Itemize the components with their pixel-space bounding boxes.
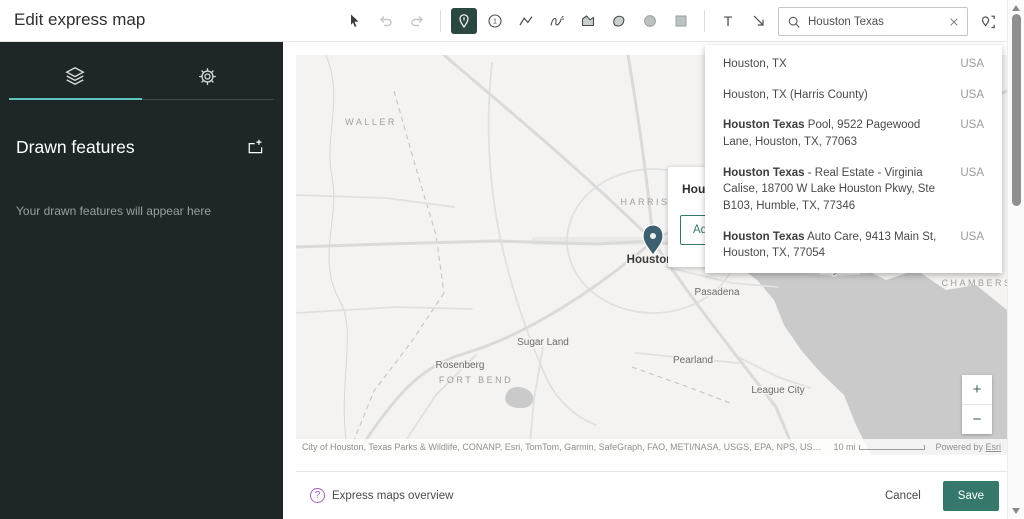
- pin-brackets-icon: [981, 15, 995, 28]
- numbered-point-icon: 1: [488, 14, 502, 28]
- scale-bar-line: [859, 445, 926, 450]
- search-results-dropdown: Houston, TX USA Houston, TX (Harris Coun…: [705, 45, 1002, 274]
- polyline-icon: [519, 16, 533, 26]
- freehand-line-icon: [550, 15, 565, 26]
- map-label-harris: HARRIS: [620, 197, 669, 207]
- search-result-item[interactable]: Houston, TX USA: [705, 49, 1002, 80]
- result-region: USA: [960, 166, 984, 179]
- freehand-polygon-icon: [613, 15, 625, 27]
- redo-button[interactable]: [404, 8, 430, 34]
- help-icon: ?: [310, 488, 325, 503]
- esri-link[interactable]: Esri: [986, 442, 1002, 452]
- powered-by: Powered by Esri: [935, 442, 1001, 452]
- map-label-chambers: CHAMBERS: [941, 278, 1007, 288]
- scale-bar: 10 mi: [833, 442, 926, 452]
- toolbar-separator: [440, 10, 441, 32]
- redo-icon: [411, 16, 423, 27]
- scrollbar-down-arrow[interactable]: [1012, 508, 1020, 514]
- scrollbar-thumb[interactable]: [1011, 14, 1021, 206]
- save-button[interactable]: Save: [942, 480, 999, 511]
- header: Edit express map 1 T Houston Texas: [0, 0, 1007, 42]
- gear-icon: [199, 68, 217, 85]
- close-icon: [950, 17, 958, 26]
- freehand-line-tool[interactable]: [544, 8, 570, 34]
- search-result-item[interactable]: Houston Texas - Real Estate - Virginia C…: [705, 158, 1002, 222]
- numbered-point-tool[interactable]: 1: [482, 8, 508, 34]
- rectangle-icon: [675, 15, 687, 27]
- zoom-in-button[interactable]: +: [962, 375, 992, 404]
- point-tool[interactable]: [451, 8, 477, 34]
- sidebar-tabs: [0, 54, 283, 100]
- drawn-features-header: Drawn features: [0, 136, 283, 158]
- map-label-pearland: Pearland: [673, 355, 713, 366]
- cancel-button[interactable]: Cancel: [885, 490, 921, 502]
- add-sketch-layer-button[interactable]: [245, 136, 267, 158]
- footer-actions: Cancel Save: [885, 480, 999, 511]
- map-label-waller: WALLER: [345, 117, 397, 127]
- text-tool[interactable]: T: [715, 8, 741, 34]
- cursor-icon: [351, 14, 359, 27]
- map-label-rosenberg: Rosenberg: [436, 360, 485, 371]
- select-tool[interactable]: [342, 8, 368, 34]
- line-tool[interactable]: [513, 8, 539, 34]
- map-pin-icon: [459, 14, 469, 29]
- drawn-features-empty-message: Your drawn features will appear here: [16, 204, 212, 218]
- zoom-out-button[interactable]: −: [962, 405, 992, 434]
- result-region: USA: [960, 88, 984, 101]
- layers-icon: [65, 66, 85, 86]
- map-label-pasadena: Pasadena: [694, 287, 739, 298]
- map-label-sugar-land: Sugar Land: [517, 337, 569, 348]
- page-title: Edit express map: [14, 10, 146, 29]
- clear-search-button[interactable]: [949, 17, 959, 27]
- zoom-to-location-button[interactable]: [975, 9, 1000, 34]
- text-tool-icon: T: [723, 13, 733, 29]
- rectangle-tool[interactable]: [668, 8, 694, 34]
- map-attribution-bar: City of Houston, Texas Parks & Wildlife,…: [296, 439, 1007, 455]
- arrow-icon: [753, 15, 764, 26]
- search-result-item[interactable]: Houston Texas Auto Care, 9413 Main St, H…: [705, 222, 1002, 269]
- freehand-polygon-tool[interactable]: [606, 8, 632, 34]
- search-icon: [788, 16, 800, 28]
- result-region: USA: [960, 230, 984, 243]
- scale-label: 10 mi: [833, 442, 856, 452]
- search-result-item[interactable]: Houston, TX (Harris County) USA: [705, 80, 1002, 111]
- express-maps-overview-link[interactable]: ? Express maps overview: [310, 488, 453, 503]
- page-scrollbar[interactable]: [1007, 0, 1024, 519]
- map-zoom-controls: + −: [962, 375, 992, 434]
- result-region: USA: [960, 119, 984, 132]
- undo-icon: [380, 16, 392, 27]
- map-label-houston: Houston: [627, 254, 674, 266]
- undo-button[interactable]: [373, 8, 399, 34]
- add-layer-icon: [248, 139, 263, 154]
- drawing-toolbar: 1 T: [342, 0, 803, 42]
- scrollbar-up-arrow[interactable]: [1012, 5, 1020, 11]
- search-input[interactable]: [808, 15, 942, 28]
- pond-water: [505, 387, 534, 409]
- map-label-fort-bend: FORT BEND: [439, 375, 513, 385]
- result-region: USA: [960, 58, 984, 70]
- tab-settings[interactable]: [141, 54, 274, 100]
- tab-layers[interactable]: [9, 54, 142, 100]
- toolbar-separator: [704, 10, 705, 32]
- circle-icon: [644, 15, 656, 27]
- svg-text:1: 1: [493, 17, 497, 26]
- polygon-tool[interactable]: [575, 8, 601, 34]
- search-box: [778, 7, 968, 36]
- circle-tool[interactable]: [637, 8, 663, 34]
- sidebar: Drawn features Your drawn features will …: [0, 42, 283, 519]
- map-label-league-city: League City: [751, 385, 804, 396]
- drawn-features-title: Drawn features: [16, 136, 135, 157]
- footer-bar: ? Express maps overview Cancel Save: [296, 471, 1007, 519]
- search-result-item[interactable]: Houston Texas Pool, 9522 Pagewood Lane, …: [705, 110, 1002, 157]
- polygon-icon: [581, 15, 595, 27]
- attribution-text: City of Houston, Texas Parks & Wildlife,…: [302, 442, 822, 452]
- arrow-tool[interactable]: [746, 8, 772, 34]
